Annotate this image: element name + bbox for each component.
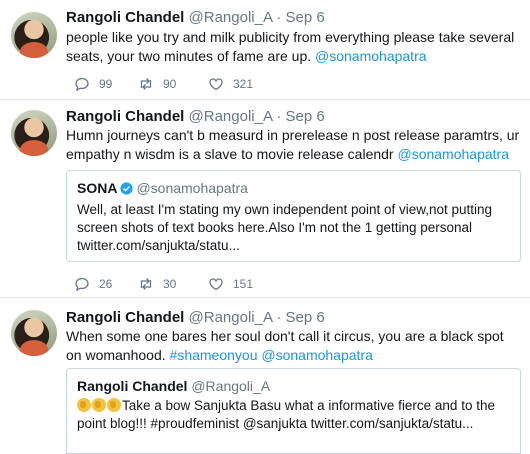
- clapping-hands-emoji: [77, 398, 91, 412]
- tweet-text: people like you try and milk publicity f…: [66, 28, 521, 66]
- quoted-tweet-text: Take a bow Sanjukta Basu what a informat…: [77, 397, 510, 433]
- author-name[interactable]: Rangoli Chandel: [66, 309, 184, 326]
- avatar[interactable]: [11, 12, 57, 58]
- like-button[interactable]: 321: [208, 76, 253, 92]
- reply-button[interactable]: 26: [74, 276, 112, 292]
- quoted-tweet[interactable]: Rangoli Chandel @Rangoli_A Take a bow Sa…: [66, 368, 521, 454]
- mention-link[interactable]: @sonamohapatra: [261, 347, 373, 363]
- mention-link[interactable]: @sonamohapatra: [315, 48, 427, 64]
- quoted-author-handle: @sonamohapatra: [136, 180, 248, 196]
- clapping-hands-emoji: [92, 398, 106, 412]
- quoted-tweet-body: Take a bow Sanjukta Basu what a informat…: [77, 398, 495, 431]
- quoted-tweet-text: Well, at least I'm stating my own indepe…: [77, 202, 493, 253]
- tweet-date[interactable]: Sep 6: [285, 108, 324, 125]
- tweet-date[interactable]: Sep 6: [285, 309, 324, 326]
- clapping-hands-emoji: [107, 398, 121, 412]
- avatar[interactable]: [11, 110, 57, 156]
- heart-icon: [209, 78, 223, 91]
- retweet-icon: [140, 278, 152, 290]
- tweet-date[interactable]: Sep 6: [285, 9, 324, 26]
- mention-link[interactable]: @sonamohapatra: [397, 146, 509, 162]
- author-handle[interactable]: @Rangoli_A: [189, 309, 273, 326]
- avatar[interactable]: [11, 310, 57, 356]
- reply-count: 99: [99, 77, 113, 91]
- like-button[interactable]: 151: [208, 276, 253, 292]
- retweet-count: 30: [163, 277, 177, 291]
- retweet-button[interactable]: 90: [138, 76, 176, 92]
- quoted-author-name: Rangoli Chandel: [77, 378, 188, 394]
- reply-button[interactable]: 99: [74, 76, 112, 92]
- tweet-body: people like you try and milk publicity f…: [66, 29, 515, 64]
- separator: ·: [276, 309, 282, 326]
- reply-icon: [75, 277, 89, 292]
- tweet-3[interactable]: Rangoli Chandel @Rangoli_A · Sep 6 When …: [0, 298, 530, 454]
- heart-icon: [209, 278, 223, 291]
- tweet-1[interactable]: Rangoli Chandel @Rangoli_A · Sep 6 peopl…: [0, 0, 530, 100]
- author-handle[interactable]: @Rangoli_A: [189, 108, 273, 125]
- author-handle[interactable]: @Rangoli_A: [189, 9, 273, 26]
- quoted-author-handle: @Rangoli_A: [191, 378, 271, 394]
- separator: ·: [276, 9, 282, 26]
- tweet-text: Humn journeys can't b measurd in prerele…: [66, 126, 521, 164]
- tweet-text: When some one bares her soul don't call …: [66, 327, 521, 365]
- separator: ·: [276, 108, 282, 125]
- quoted-author-name: SONA: [77, 180, 118, 196]
- verified-badge-icon: [120, 181, 134, 199]
- tweet-2[interactable]: Rangoli Chandel @Rangoli_A · Sep 6 Humn …: [0, 100, 530, 298]
- reply-count: 26: [99, 277, 113, 291]
- quoted-tweet[interactable]: SONA @sonamohapatra Well, at least I'm st…: [66, 170, 521, 262]
- hashtag-link[interactable]: #shameonyou: [170, 347, 258, 363]
- retweet-count: 90: [163, 77, 177, 91]
- like-count: 321: [233, 77, 254, 91]
- author-name[interactable]: Rangoli Chandel: [66, 108, 184, 125]
- author-name[interactable]: Rangoli Chandel: [66, 9, 184, 26]
- like-count: 151: [233, 277, 254, 291]
- retweet-button[interactable]: 30: [138, 276, 176, 292]
- retweet-icon: [140, 78, 152, 90]
- reply-icon: [75, 77, 89, 92]
